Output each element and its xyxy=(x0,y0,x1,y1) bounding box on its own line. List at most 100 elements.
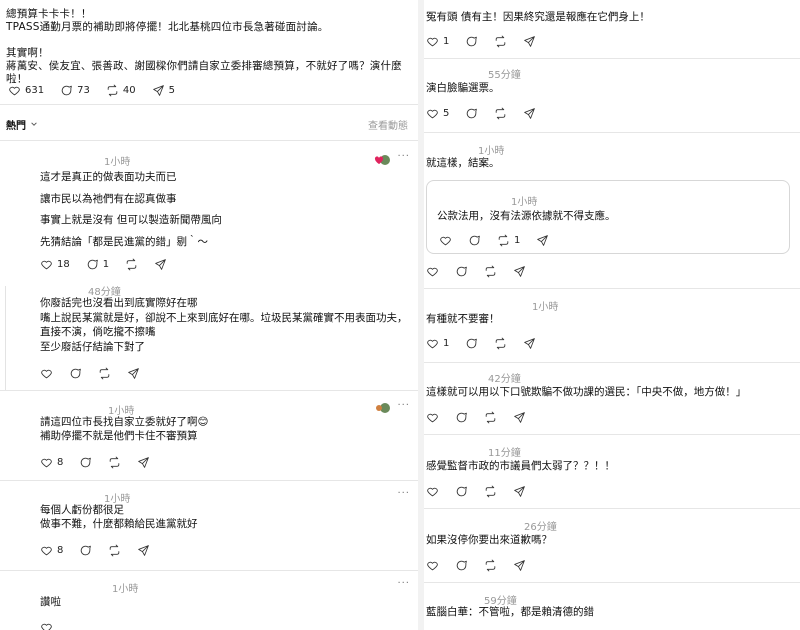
share-button[interactable] xyxy=(137,544,150,557)
main-post-text: 總預算卡卡卡！！ TPASS通勤月票的補助即將停擺！北北基桃四位市長急著碰面討論… xyxy=(6,8,402,85)
reply-button[interactable] xyxy=(468,234,481,247)
like-button[interactable] xyxy=(426,559,439,572)
share-icon xyxy=(138,544,150,556)
reply-button[interactable] xyxy=(465,337,478,350)
repost-icon xyxy=(126,258,137,270)
heart-icon xyxy=(41,369,52,378)
share-icon xyxy=(524,337,536,349)
more-options-button[interactable]: ··· xyxy=(397,400,410,411)
repost-button[interactable]: 40 xyxy=(106,84,136,97)
comment-text: 就這樣，結案。 xyxy=(426,157,500,169)
share-button[interactable]: 5 xyxy=(152,84,175,97)
comment-icon xyxy=(456,412,467,422)
like-button[interactable] xyxy=(40,367,53,380)
repost-icon xyxy=(485,485,496,497)
share-button[interactable] xyxy=(154,258,167,271)
repost-button[interactable] xyxy=(484,411,497,424)
like-count: 8 xyxy=(57,544,64,556)
reply-button[interactable] xyxy=(455,411,468,424)
like-button[interactable]: 1 xyxy=(426,35,449,48)
comment-card: 55分鐘 演白臉騙選票。 5 xyxy=(424,62,800,124)
like-count: 1 xyxy=(443,337,450,349)
view-activity-link[interactable]: 查看動態 xyxy=(368,117,408,132)
reply-button[interactable]: 73 xyxy=(60,84,90,97)
divider xyxy=(0,570,418,571)
share-button[interactable] xyxy=(523,35,536,48)
share-button[interactable] xyxy=(137,456,150,469)
quoted-text: 公款法用，沒有法源依據就不得支應。 xyxy=(437,210,616,222)
repost-button[interactable] xyxy=(484,485,497,498)
sort-dropdown[interactable]: 熱門 xyxy=(6,117,38,132)
repost-icon xyxy=(496,35,506,47)
reply-button[interactable] xyxy=(69,367,82,380)
more-options-button[interactable]: ··· xyxy=(397,488,410,499)
divider xyxy=(0,140,418,141)
comment-text: 這樣就可以用以下口號欺騙不做功課的選民：「中央不做，地方做！」 xyxy=(426,386,747,398)
reply-button[interactable] xyxy=(455,559,468,572)
repost-button[interactable] xyxy=(484,559,497,572)
share-button[interactable] xyxy=(536,234,549,247)
comment-card: 11分鐘 感覺監督市政的市議員們太弱了？？！！ xyxy=(424,440,800,502)
divider xyxy=(424,58,800,59)
like-button[interactable] xyxy=(40,621,53,630)
comment-card: 48分鐘 你廢話完也沒看出到底實際好在哪 嘴上說民某黨就是好，卻說不上來到底好在… xyxy=(0,282,418,386)
share-button[interactable] xyxy=(127,367,140,380)
repost-button[interactable] xyxy=(98,367,111,380)
divider xyxy=(424,434,800,435)
comment-card: 26分鐘 如果沒停你要出來道歉嗎？ xyxy=(424,514,800,576)
share-button[interactable] xyxy=(513,485,526,498)
share-button[interactable] xyxy=(523,337,536,350)
repost-button[interactable]: 1 xyxy=(497,234,520,247)
like-button[interactable] xyxy=(426,485,439,498)
like-button[interactable]: 8 xyxy=(40,544,63,557)
share-button[interactable] xyxy=(513,411,526,424)
like-button[interactable]: 18 xyxy=(40,258,70,271)
comment-time: 55分鐘 xyxy=(488,70,521,81)
repost-button[interactable] xyxy=(108,544,121,557)
heart-icon xyxy=(427,267,438,276)
repost-button[interactable] xyxy=(484,265,497,278)
like-button[interactable]: 631 xyxy=(8,84,44,97)
quoted-post[interactable]: 1小時 公款法用，沒有法源依據就不得支應。 1 xyxy=(426,180,790,254)
comment-text: 演白臉騙選票。 xyxy=(426,82,500,94)
comment-icon xyxy=(456,560,467,570)
comment-card: 59分鐘 藍腦白華：不管啦，都是賴清德的錯 xyxy=(424,588,800,630)
repost-button[interactable] xyxy=(494,35,507,48)
heart-icon xyxy=(9,86,20,95)
reply-button[interactable] xyxy=(79,544,92,557)
like-button[interactable] xyxy=(439,234,452,247)
like-button[interactable]: 5 xyxy=(426,107,449,120)
left-thread-panel: 總預算卡卡卡！！ TPASS通勤月票的補助即將停擺！北北基桃四位市長急著碰面討論… xyxy=(0,0,418,630)
more-options-button[interactable]: ··· xyxy=(397,151,410,162)
divider xyxy=(0,480,418,481)
share-button[interactable] xyxy=(513,559,526,572)
repost-icon xyxy=(107,84,118,96)
share-button[interactable] xyxy=(513,265,526,278)
reply-button[interactable] xyxy=(79,456,92,469)
repost-button[interactable] xyxy=(125,258,138,271)
reply-count: 1 xyxy=(102,258,110,270)
comment-actions: 1 xyxy=(426,34,552,48)
heart-icon xyxy=(41,546,52,555)
like-button[interactable]: 1 xyxy=(426,337,449,350)
comment-text: 冤有頭 債有主！因果終究還是報應在它們身上！ xyxy=(426,11,650,23)
share-icon xyxy=(514,559,525,571)
share-button[interactable] xyxy=(523,107,536,120)
comment-text: 藍腦白華：不管啦，都是賴清德的錯 xyxy=(426,606,594,618)
reply-button[interactable] xyxy=(455,265,468,278)
more-options-button[interactable]: ··· xyxy=(397,578,410,589)
repost-icon xyxy=(485,559,496,571)
repost-button[interactable] xyxy=(494,107,507,120)
main-post-actions: 631 73 40 5 xyxy=(8,83,191,97)
reply-button[interactable] xyxy=(455,485,468,498)
repost-button[interactable] xyxy=(494,337,507,350)
like-button[interactable] xyxy=(426,265,439,278)
reply-button[interactable] xyxy=(465,107,478,120)
repost-button[interactable] xyxy=(108,456,121,469)
reply-button[interactable] xyxy=(465,35,478,48)
like-button[interactable]: 8 xyxy=(40,456,63,469)
heart-icon xyxy=(41,260,52,269)
reply-button[interactable]: 1 xyxy=(86,258,109,271)
like-button[interactable] xyxy=(426,411,439,424)
comment-text: 讚啦 xyxy=(40,596,61,608)
